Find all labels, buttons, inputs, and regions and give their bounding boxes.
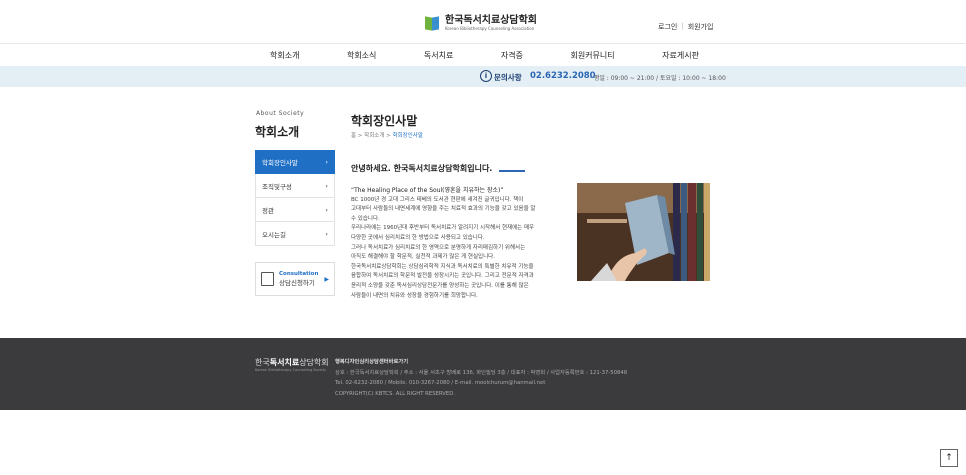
inquiry-label: 문의사항	[494, 73, 522, 82]
chevron-right-icon: ›	[325, 205, 328, 214]
sidebar-title: 학회소개	[255, 125, 300, 139]
page-title: 학회장인사말	[351, 114, 418, 128]
body-line: 아직도 해결해야 할 학문적, 실천적 과제가 많은 게 현실입니다.	[351, 254, 495, 261]
footer-logo: 한국독서치료상담학회	[255, 358, 329, 367]
chevron-right-icon: ›	[325, 181, 328, 190]
greeting-body: “The Healing Place of the Soul(영혼을 치유하는 …	[351, 186, 569, 301]
chevron-right-icon: ›	[325, 229, 328, 238]
book-logo-icon	[425, 15, 441, 31]
body-line: 수 있습니다.	[351, 215, 380, 222]
heading-underline	[499, 170, 525, 172]
body-line: 우리나라에는 1960년대 후반부터 독서치료가 알려지기 시작해서 현재에는 …	[351, 225, 535, 232]
partner-link[interactable]: 행복디자인심리상담센터바로가기	[335, 357, 627, 368]
body-line: 다양한 곳에서 심리치료의 한 방법으로 사용되고 있습니다.	[351, 234, 485, 241]
nav-item-about[interactable]: 학회소개	[262, 50, 307, 61]
company-contact: Tel. 02-6232-2080 / Mobile. 010-3267-208…	[335, 380, 546, 386]
company-address: 상호 : 한국독서치료상담학회 / 주소 : 서울 서초구 방배로 136, 화…	[335, 369, 628, 376]
consultation-button[interactable]: Consultation 상담신청하기 ▶	[255, 262, 335, 296]
footer-logo-subtitle: Korean Bibliotherapy Counseling Society	[255, 368, 327, 372]
site-footer: 한국독서치료상담학회 Korean Bibliotherapy Counseli…	[0, 338, 966, 410]
document-icon	[261, 272, 274, 286]
sidebar-item-organization[interactable]: 조직및구성 ›	[255, 174, 335, 198]
arrow-up-icon: ↑	[945, 453, 953, 463]
breadcrumb-current: 학회장인사말	[392, 133, 423, 139]
top-links: 로그인 | 회원가입	[658, 22, 713, 32]
sidebar-item-bylaws[interactable]: 정관 ›	[255, 198, 335, 222]
sidebar-menu: 학회장인사말 › 조직및구성 › 정관 › 오시는길 ›	[255, 150, 335, 246]
nav-item-certificate[interactable]: 자격증	[493, 50, 531, 61]
greeting-heading: 안녕하세요. 한국독서치료상담학회입니다.	[351, 164, 493, 173]
body-line: 고대부터 사람들의 내면세계에 영향을 주는 치료적 효과의 기능을 갖고 있음…	[351, 206, 536, 213]
nav-item-resources[interactable]: 자료게시판	[654, 50, 707, 61]
sidebar-item-label: 학회장인사말	[262, 159, 298, 167]
breadcrumb-home[interactable]: 홈	[351, 133, 356, 139]
business-hours: · 평일 : 09:00 ~ 21:00 / 토요일 : 10:00 ~ 18:…	[590, 75, 726, 82]
login-link[interactable]: 로그인	[658, 22, 677, 32]
site-logo[interactable]: 한국독서치료상담학회 Korean Bibliotherapy Counseli…	[425, 12, 555, 34]
copyright: COPYRIGHT(C) KBTCS. ALL RIGHT RESERVED.	[335, 390, 456, 397]
consultation-ko-label: 상담신청하기	[279, 279, 315, 287]
separator: |	[681, 22, 684, 30]
body-line: 한국독서치료상담학회는 상담심리학적 지식과 독서치료의 특별한 치유적 기능을	[351, 263, 534, 270]
nav-item-community[interactable]: 회원커뮤니티	[562, 50, 622, 61]
body-line: BC 1000년 경 고대 그리스 테베의 도서관 현판에 새겨진 글귀입니다.…	[351, 196, 524, 203]
contact-info-bar: i 문의사항 02.6232.2080 · 평일 : 09:00 ~ 21:00…	[0, 66, 966, 87]
breadcrumb-about[interactable]: 학회소개	[364, 133, 384, 139]
logo-subtitle: Korean Bibliotherapy Counseling Associat…	[445, 26, 535, 31]
bookshelf-photo	[577, 183, 710, 281]
sidebar-item-label: 조직및구성	[262, 182, 292, 191]
logo-title: 한국독서치료상담학회	[445, 15, 537, 26]
body-line: 윤리적 소양을 갖춘 독서심리상담전문가를 양성하는 곳입니다. 이를 통해 많…	[351, 282, 529, 289]
sidebar-item-greeting[interactable]: 학회장인사말 ›	[255, 150, 335, 174]
main-nav: 학회소개 학회소식 독서치료 자격증 회원커뮤니티 자료게시판	[262, 44, 707, 66]
join-link[interactable]: 회원가입	[688, 22, 714, 32]
nav-item-bibliotherapy[interactable]: 독서치료	[416, 50, 461, 61]
chevron-right-icon: ›	[325, 158, 328, 166]
footer-info: 행복디자인심리상담센터바로가기 상호 : 한국독서치료상담학회 / 주소 : 서…	[335, 357, 627, 399]
sidebar-item-label: 오시는길	[262, 230, 286, 239]
body-line: 그러나 독서치료가 심리치료의 한 영역으로 분명하게 자리매김하기 위해서는	[351, 244, 526, 251]
breadcrumb: 홈 > 학회소개 > 학회장인사말	[351, 133, 423, 139]
body-line: 사람들이 내면의 치유와 성장을 경험하기를 희망합니다.	[351, 292, 478, 299]
sidebar-en-title: About Society	[256, 110, 305, 117]
triangle-right-icon: ▶	[324, 275, 329, 283]
lead-quote: “The Healing Place of the Soul(영혼을 치유하는 …	[351, 187, 504, 194]
nav-item-news[interactable]: 학회소식	[339, 50, 384, 61]
body-line: 융합하여 독서치료의 학문적 발전을 성장시키는 곳입니다. 그리고 전문적 자…	[351, 273, 534, 280]
scroll-to-top-button[interactable]: ↑	[940, 449, 958, 467]
sidebar-item-label: 정관	[262, 206, 274, 215]
phone-number[interactable]: 02.6232.2080	[530, 71, 596, 81]
sidebar-item-directions[interactable]: 오시는길 ›	[255, 222, 335, 246]
info-icon: i	[480, 70, 492, 82]
